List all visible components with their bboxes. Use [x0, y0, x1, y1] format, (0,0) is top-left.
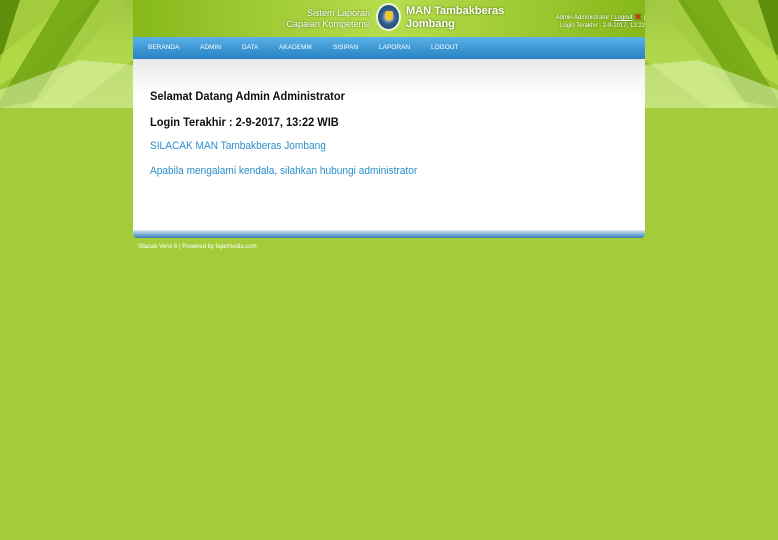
app-subtitle-line2: Capaian Kompetensi — [286, 19, 370, 29]
content-panel-bottom-bar — [133, 230, 645, 238]
welcome-heading: Selamat Datang Admin Administrator — [150, 89, 345, 103]
app-subtitle-line1: Sistem Laporan — [306, 8, 370, 18]
user-separator: | — [610, 15, 613, 21]
school-name: MAN Tambakberas Jombang — [406, 5, 504, 31]
nav-item-admin[interactable]: ADMIN — [200, 37, 221, 59]
nav-item-data[interactable]: DATA — [242, 37, 258, 59]
app-name-text: SILACAK MAN Tambakberas Jombang — [150, 140, 326, 152]
nav-item-akademik[interactable]: AKADEMIK — [279, 37, 313, 59]
app-subtitle: Sistem Laporan Capaian Kompetensi — [286, 8, 370, 30]
emblem-shield — [385, 11, 393, 21]
user-separator-end: | — [643, 15, 645, 21]
school-name-line1: MAN Tambakberas — [406, 5, 505, 17]
school-emblem-icon — [376, 3, 401, 31]
user-name: Admin Administrator — [555, 15, 610, 21]
help-text: Apabila mengalami kendala, silahkan hubu… — [150, 165, 418, 177]
footer-text: Silacak Versi 6 | Powered by fajarmedia.… — [138, 244, 257, 250]
last-login-short: Login Terakhir : 2-9-2017, 13:22 — [560, 23, 645, 29]
close-x-icon[interactable]: ✕ — [634, 12, 642, 22]
user-info: Admin Administrator | Logout ✕ | Login T… — [556, 13, 645, 30]
nav-item-logout[interactable]: LOGOUT — [431, 37, 458, 59]
nav-item-sisipan[interactable]: SISIPAN — [333, 37, 358, 59]
nav-item-beranda[interactable]: BERANDA — [148, 37, 179, 59]
main-navbar: BERANDA ADMIN DATA AKADEMIK SISIPAN LAPO… — [133, 37, 645, 59]
logout-link[interactable]: Logout — [614, 15, 632, 21]
last-login-heading: Login Terakhir : 2-9-2017, 13:22 WIB — [150, 115, 339, 129]
school-name-line2: Jombang — [406, 18, 455, 30]
nav-item-laporan[interactable]: LAPORAN — [379, 37, 410, 59]
